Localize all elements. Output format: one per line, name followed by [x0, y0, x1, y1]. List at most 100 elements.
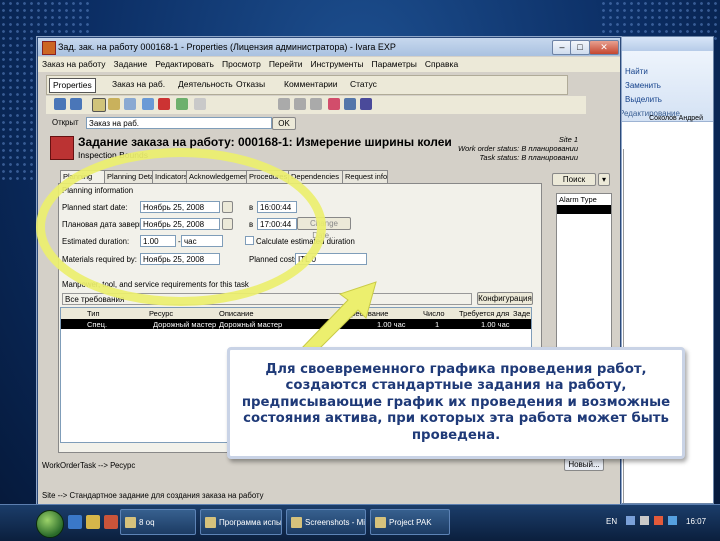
ok-button[interactable]: OK [272, 117, 296, 130]
forward-icon[interactable] [70, 98, 82, 110]
maximize-button[interactable]: □ [570, 40, 590, 55]
search-dropdown-icon[interactable]: ▾ [598, 173, 610, 186]
open-select[interactable]: Заказ на раб. [86, 117, 272, 129]
quicklaunch-folder-icon[interactable] [86, 515, 100, 529]
menu-go[interactable]: Перейти [265, 57, 307, 71]
work-order-status: Work order status: В планировании [458, 144, 578, 153]
taskbar-item-2[interactable]: Программа испыт... [200, 509, 282, 535]
highlight-ellipse [36, 148, 326, 306]
help-icon[interactable] [360, 98, 372, 110]
ribbon-find[interactable]: Найти [625, 67, 648, 76]
ribbon-select[interactable]: Выделить [625, 95, 662, 104]
taskbar-item-4[interactable]: Project PAK [370, 509, 450, 535]
network-icon[interactable] [626, 516, 635, 525]
taskbar-item-4-label: Project PAK [389, 518, 432, 527]
ribbon-replace[interactable]: Заменить [625, 81, 661, 90]
save-icon[interactable] [142, 98, 154, 110]
cell-description: Дорожный мастер [219, 320, 283, 329]
language-indicator[interactable]: EN [606, 517, 617, 526]
background-titlebar [613, 37, 713, 51]
record-status-block: Site 1 Work order status: В планировании… [458, 135, 578, 162]
app-icon [42, 41, 56, 55]
search-button[interactable]: Поиск [552, 173, 596, 186]
callout-box: Для своевременного графика проведения ра… [227, 347, 685, 459]
taskbar-item-3-label: Screenshots - Micro... [305, 518, 366, 527]
menu-help[interactable]: Справка [421, 57, 462, 71]
alarm-type-header[interactable]: Alarm Type [559, 195, 597, 204]
back-icon[interactable] [54, 98, 66, 110]
taskbar-item-1[interactable]: 8 oq [120, 509, 196, 535]
taskbar-ppt-icon [291, 517, 302, 528]
refresh-icon[interactable] [176, 98, 188, 110]
paste-icon[interactable] [310, 98, 322, 110]
inner-status-bar: WorkOrderTask --> Ресурс [42, 461, 136, 470]
clock[interactable]: 16:07 [686, 517, 706, 526]
callout-text: Для своевременного графика проведения ра… [241, 361, 671, 443]
view-toolbar: Properties Заказ на раб. Деятельность От… [46, 75, 568, 95]
col-task[interactable]: Задe [513, 309, 530, 318]
configuration-button[interactable]: Конфигурация [477, 292, 533, 305]
background-ribbon: Найти Заменить Выделить Редактирование [613, 51, 713, 122]
copy-icon[interactable] [294, 98, 306, 110]
col-description[interactable]: Описание [219, 309, 254, 318]
close-button[interactable]: ✕ [589, 40, 619, 55]
volume-icon[interactable] [640, 516, 649, 525]
task-status: Task status: В планировании [479, 153, 578, 162]
delete-icon[interactable] [158, 98, 170, 110]
minimize-button[interactable]: – [552, 40, 572, 55]
col-count[interactable]: Число [423, 309, 445, 318]
folder-icon[interactable] [108, 98, 120, 110]
menu-bar: Заказ на работу Задание Редактировать Просм… [38, 57, 620, 72]
open-bar: Открыт Заказ на раб. OK [46, 116, 586, 132]
list-icon[interactable] [124, 98, 136, 110]
right-list-selected-row[interactable] [557, 205, 611, 214]
taskbar-word-icon [375, 517, 386, 528]
taskbar-item-3[interactable]: Screenshots - Micro... [286, 509, 366, 535]
quicklaunch-media-icon[interactable] [104, 515, 118, 529]
properties-icon[interactable] [92, 98, 106, 112]
menu-options[interactable]: Параметры [368, 57, 421, 71]
menu-task[interactable]: Задание [110, 57, 152, 71]
col-required-for[interactable]: Требуется для [459, 309, 509, 318]
start-button[interactable] [36, 510, 64, 538]
cell-type: Спец. [87, 320, 108, 329]
attach-icon[interactable] [344, 98, 356, 110]
menu-edit[interactable]: Редактировать [151, 57, 218, 71]
print-icon[interactable] [194, 98, 206, 110]
taskbar: 8 oq Программа испыт... Screenshots - Mi… [0, 504, 720, 541]
taskbar-folder-icon [125, 517, 136, 528]
col-resource[interactable]: Ресурс [149, 309, 173, 318]
menu-work-order[interactable]: Заказ на работу [38, 57, 110, 71]
failures-button[interactable]: Отказы [233, 78, 268, 91]
properties-button[interactable]: Properties [49, 78, 96, 93]
comments-button[interactable]: Комментарии [281, 78, 341, 91]
action-toolbar [46, 96, 586, 114]
cut-icon[interactable] [278, 98, 290, 110]
site-label: Site 1 [558, 135, 578, 144]
task-logo-icon [50, 136, 74, 160]
record-title: Задание заказа на работу: 000168-1: Изме… [78, 135, 452, 149]
col-type[interactable]: Тип [87, 309, 100, 318]
cell-resource: Дорожный мастер [153, 320, 217, 329]
menu-tools[interactable]: Инструменты [307, 57, 368, 71]
work-order-button[interactable]: Заказ на раб. [109, 78, 168, 91]
cell-count: 1 [435, 320, 440, 329]
window-titlebar: Зад. зак. на работу 000168-1 - Propertie… [38, 38, 620, 56]
activity-button[interactable]: Деятельность [175, 78, 236, 91]
slide-dots-decoration-right [600, 0, 720, 40]
taskbar-app-icon [205, 517, 216, 528]
taskbar-item-1-label: 8 oq [139, 518, 155, 527]
background-header-name: Соколов Андрей [649, 115, 703, 122]
flag-icon[interactable] [328, 98, 340, 110]
window-title: Зад. зак. на работу 000168-1 - Propertie… [58, 42, 396, 52]
taskbar-item-2-label: Программа испыт... [219, 518, 282, 527]
cell-required-for: 1.00 час [481, 320, 510, 329]
antivirus-icon[interactable] [654, 516, 663, 525]
menu-view[interactable]: Просмотр [218, 57, 265, 71]
tab-request-info[interactable]: Request info [342, 170, 388, 183]
open-label: Открыт [52, 118, 79, 127]
updates-icon[interactable] [668, 516, 677, 525]
status-button[interactable]: Статус [347, 78, 380, 91]
outer-status-bar: Site --> Стандартное задание для создани… [42, 491, 264, 500]
quicklaunch-ie-icon[interactable] [68, 515, 82, 529]
